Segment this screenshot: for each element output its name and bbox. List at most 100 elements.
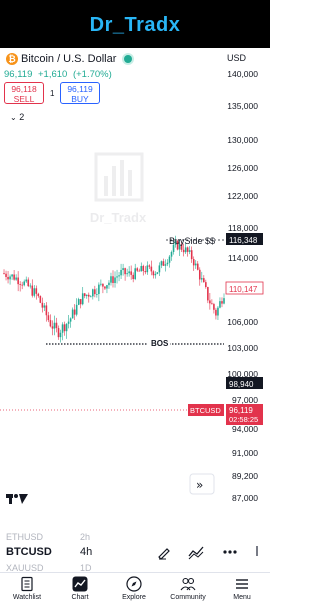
price-axis-tick: 140,000 <box>227 69 258 79</box>
candle-body <box>57 328 60 338</box>
nav-chart-label: Chart <box>71 594 89 601</box>
candle-body <box>194 263 197 266</box>
drawing-tool-button[interactable] <box>156 544 172 560</box>
candle-body <box>11 274 13 277</box>
candle-body <box>100 283 102 285</box>
price-axis-tick: 97,000 <box>232 395 258 405</box>
candle-body <box>19 284 21 285</box>
nav-community[interactable]: Community <box>161 573 215 610</box>
candle-body <box>65 323 68 332</box>
candle-body <box>51 326 54 329</box>
candle-body <box>79 299 82 305</box>
more-options-button[interactable] <box>222 544 238 560</box>
candle-body <box>118 275 120 277</box>
price-axis-tick: 126,000 <box>227 163 258 173</box>
timeframe-option-above[interactable]: 2h <box>80 532 90 542</box>
price-axis-tick: 91,000 <box>232 448 258 458</box>
candle-body <box>166 262 169 265</box>
candle-body <box>75 304 78 315</box>
candle-body <box>201 278 203 280</box>
candlestick-series <box>3 235 225 343</box>
candle-body <box>154 273 157 276</box>
candle-body <box>122 268 124 271</box>
candle-body <box>196 263 199 270</box>
candle-body <box>162 261 165 266</box>
black-level-tag: 98,940 <box>229 380 254 389</box>
candle-body <box>114 277 116 283</box>
price-chart[interactable]: Dr_Tradx 140,000 135,000 130,000 126,000 122… <box>0 48 270 514</box>
symbol-selector[interactable]: BTCUSD <box>6 546 52 558</box>
candle-body <box>110 276 112 283</box>
candle-body <box>126 273 128 275</box>
candle-body <box>33 288 36 296</box>
candle-body <box>35 288 38 294</box>
price-axis-tick: 103,000 <box>227 343 258 353</box>
candle-body <box>59 332 62 338</box>
price-axis-tick: 87,000 <box>232 493 258 503</box>
nav-menu[interactable]: Menu <box>215 573 269 610</box>
candle-body <box>132 274 134 280</box>
nav-watchlist[interactable]: Watchlist <box>0 573 54 610</box>
candle-body <box>39 296 42 303</box>
candle-body <box>21 284 23 286</box>
watermark-text: Dr_Tradx <box>90 210 147 225</box>
candle-body <box>83 293 86 297</box>
candle-body <box>92 289 94 297</box>
candle-body <box>209 300 211 304</box>
candle-body <box>13 274 15 280</box>
nav-watchlist-label: Watchlist <box>12 594 42 601</box>
compass-icon <box>126 576 142 592</box>
candle-body <box>45 305 48 316</box>
candle-body <box>15 277 17 280</box>
candle-body <box>120 270 122 276</box>
candle-body <box>5 273 7 277</box>
candle-body <box>140 265 143 272</box>
candle-body <box>188 250 191 252</box>
nav-explore[interactable]: Explore <box>107 573 161 610</box>
candle-body <box>156 272 159 274</box>
tradingview-logo[interactable] <box>6 494 28 504</box>
symbol-option-above[interactable]: ETHUSD <box>6 532 43 542</box>
candle-body <box>164 264 167 266</box>
buyside-label: BuySide $$ <box>169 236 215 246</box>
candle-body <box>116 276 118 278</box>
red-level-tag: 110,147 <box>229 285 258 294</box>
candle-body <box>150 266 153 272</box>
candle-body <box>73 309 76 315</box>
candle-body <box>215 309 217 316</box>
candle-body <box>77 299 80 305</box>
price-axis-tick: 135,000 <box>227 101 258 111</box>
candle-body <box>25 279 28 282</box>
scroll-to-latest-button[interactable]: » <box>189 473 215 495</box>
toolbar-scroll-indicator <box>256 546 258 556</box>
candle-body <box>158 265 161 273</box>
price-axis-tick: 114,000 <box>228 253 258 263</box>
indicators-button[interactable] <box>188 544 204 560</box>
candle-body <box>192 259 195 266</box>
candle-body <box>223 298 225 304</box>
candle-body <box>7 276 9 280</box>
candle-body <box>67 321 70 324</box>
chart-icon <box>72 576 88 592</box>
candle-body <box>47 315 50 321</box>
price-axis-tick: 89,200 <box>232 471 258 481</box>
candle-body <box>96 294 98 295</box>
candle-body <box>144 271 147 273</box>
candle-body <box>160 261 163 266</box>
candle-body <box>94 289 96 295</box>
price-axis-tick: 122,000 <box>227 191 258 201</box>
candle-body <box>211 303 213 305</box>
watermark-logo <box>94 152 144 202</box>
double-chevron-right-icon: » <box>196 478 203 492</box>
timeframe-selector[interactable]: 4h <box>80 546 92 558</box>
candle-body <box>221 301 223 304</box>
candle-body <box>182 249 185 253</box>
candle-body <box>217 307 219 316</box>
candle-body <box>152 271 155 276</box>
candle-body <box>63 324 66 332</box>
nav-chart[interactable]: Chart <box>53 573 107 610</box>
candle-body <box>219 301 221 308</box>
candle-body <box>170 252 173 257</box>
chart-toolbar: ETHUSD BTCUSD XAUUSD 2h 4h 1D <box>0 532 270 573</box>
candle-body <box>148 265 151 267</box>
